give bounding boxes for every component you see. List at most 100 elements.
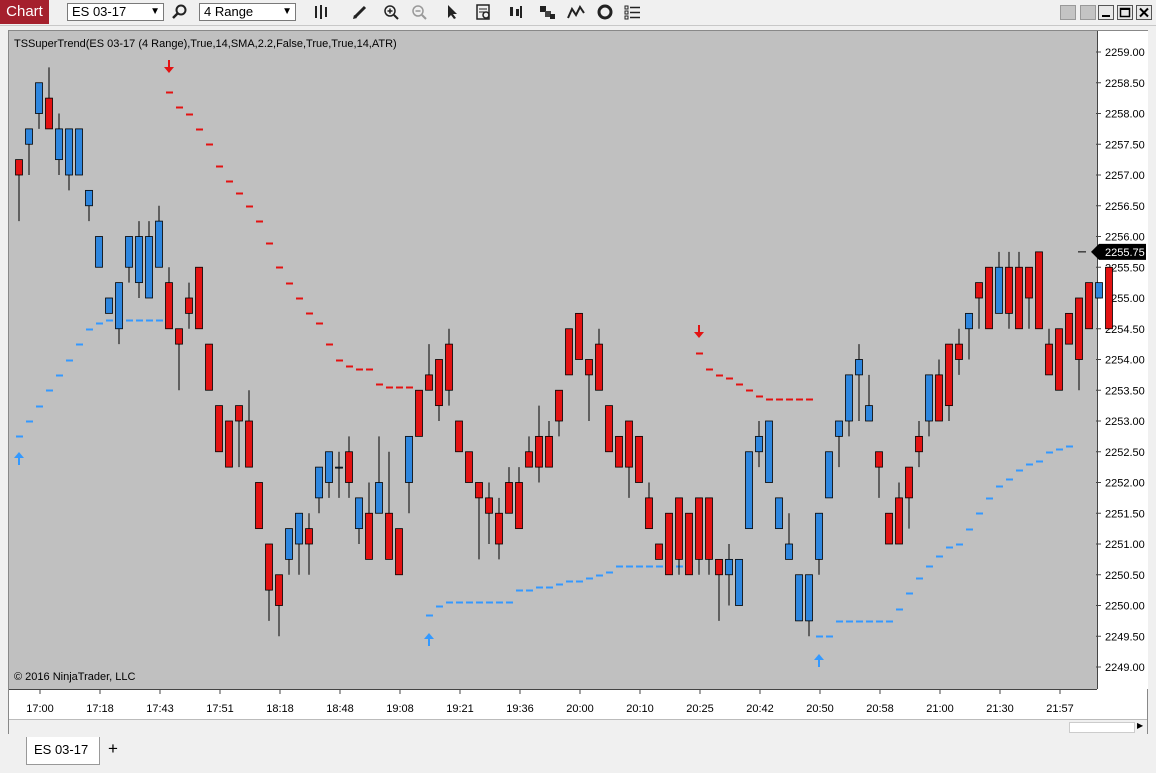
price-tick-label: 2249.00 [1105, 662, 1145, 674]
candle-down [345, 451, 353, 483]
minimize-button[interactable] [1098, 5, 1114, 20]
candle-down [435, 359, 443, 407]
candle-down [365, 512, 373, 560]
candle-down [575, 312, 583, 360]
data-box-icon[interactable] [474, 2, 494, 22]
candle-down [615, 435, 623, 468]
candle-down [15, 159, 23, 176]
properties-icon[interactable] [623, 2, 643, 22]
price-tick-label: 2258.50 [1105, 78, 1145, 90]
strategies-icon[interactable] [595, 2, 615, 22]
candle-up [375, 482, 383, 514]
candle-up [295, 512, 303, 545]
tab-instrument[interactable]: ES 03-17 [26, 737, 100, 765]
price-tick-label: 2254.00 [1105, 355, 1145, 367]
candle-down [305, 528, 313, 545]
time-tick-label: 21:30 [986, 703, 1014, 715]
time-tick-label: 17:43 [146, 703, 174, 715]
candle-down [535, 435, 543, 468]
candle-down [195, 266, 203, 330]
price-tick-label: 2253.50 [1105, 385, 1145, 397]
price-tick-label: 2256.50 [1105, 201, 1145, 213]
candle-up [825, 451, 833, 499]
candle-down [395, 528, 403, 576]
candle-down [505, 482, 513, 514]
buy-arrow-icon [424, 633, 434, 646]
candle-down [585, 359, 593, 376]
candle-down [1005, 266, 1013, 314]
candle-up [1095, 282, 1103, 299]
pointer-icon[interactable] [442, 2, 462, 22]
candle-down [1085, 282, 1093, 330]
candle-up [995, 266, 1003, 314]
candle-down [1065, 312, 1073, 345]
time-tick-label: 17:18 [86, 703, 114, 715]
candle-down [1075, 297, 1083, 360]
candle-up [95, 236, 103, 268]
price-tick-label: 2257.50 [1105, 139, 1145, 151]
candle-up [335, 466, 343, 469]
candle-up [55, 128, 63, 161]
indicators-icon[interactable] [566, 2, 586, 22]
candle-down [475, 482, 483, 499]
candle-down [1105, 266, 1113, 330]
price-tick-label: 2250.50 [1105, 570, 1145, 582]
scroll-right-arrow-icon[interactable]: ▶ [1137, 721, 1143, 730]
zoom-out-icon[interactable] [409, 2, 429, 22]
candle-down [895, 497, 903, 545]
candle-down [185, 297, 193, 314]
candle-up [155, 220, 163, 268]
candle-down [905, 466, 913, 499]
chart-trader-icon[interactable] [538, 2, 558, 22]
candle-down [635, 435, 643, 483]
candle-down [655, 543, 663, 560]
window-tile-button[interactable] [1060, 5, 1076, 20]
add-tab-button[interactable]: + [104, 740, 122, 760]
candle-down [45, 97, 53, 130]
candle-up [925, 374, 933, 422]
price-tick-label: 2256.00 [1105, 232, 1145, 244]
time-tick-label: 19:21 [446, 703, 474, 715]
buy-arrow-icon [814, 654, 824, 667]
zoom-in-icon[interactable] [381, 2, 401, 22]
candle-down [715, 558, 723, 576]
bar-style-icon[interactable] [312, 2, 332, 22]
search-icon[interactable] [170, 2, 190, 22]
price-tick-label: 2251.00 [1105, 539, 1145, 551]
candle-down [705, 497, 713, 560]
instrument-selector[interactable]: ES 03-17 ▼ [67, 3, 164, 21]
candle-down [1025, 266, 1033, 299]
candle-down [915, 435, 923, 453]
scrollbar-thumb[interactable] [1069, 722, 1135, 733]
maximize-button[interactable] [1117, 5, 1133, 20]
candle-down [275, 574, 283, 606]
candle-down [875, 451, 883, 468]
candle-down [485, 497, 493, 514]
candle-up [805, 574, 813, 622]
time-tick-label: 20:10 [626, 703, 654, 715]
chart-window-label: Chart [0, 0, 49, 24]
horizontal-scrollbar[interactable]: ▶ [9, 719, 1147, 734]
sell-arrow-icon [164, 60, 174, 73]
candle-down [695, 497, 703, 560]
bar-type-selector[interactable]: 4 Range ▼ [199, 3, 296, 21]
bar-spacing-icon[interactable] [507, 2, 527, 22]
candle-down [555, 389, 563, 422]
drawing-pencil-icon[interactable] [350, 2, 370, 22]
candle-up [65, 128, 73, 176]
candle-down [165, 282, 173, 330]
candle-down [885, 512, 893, 545]
candle-up [315, 466, 323, 499]
close-button[interactable] [1136, 5, 1152, 20]
price-tick-label: 2249.50 [1105, 631, 1145, 643]
candle-down [245, 420, 253, 468]
time-tick-label: 17:51 [206, 703, 234, 715]
candle-down [265, 543, 273, 591]
window-tile-button[interactable] [1080, 5, 1096, 20]
candle-down [665, 512, 673, 576]
candle-up [835, 420, 843, 437]
candle-up [75, 128, 83, 176]
time-tick-label: 19:08 [386, 703, 414, 715]
candle-down [445, 343, 453, 391]
candle-up [795, 574, 803, 622]
